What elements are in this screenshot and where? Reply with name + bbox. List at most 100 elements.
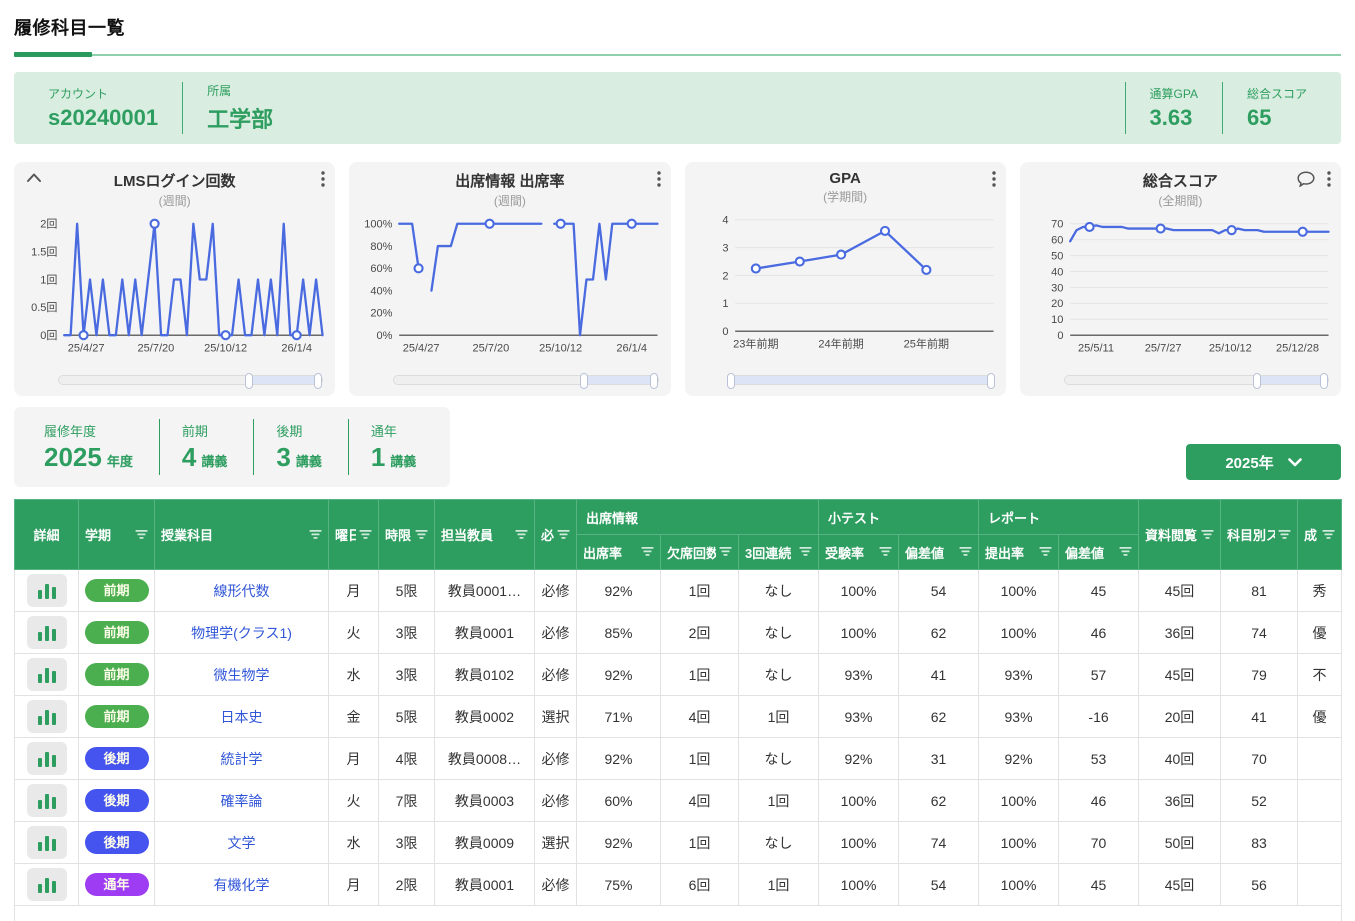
subject-link[interactable]: 物理学(クラス1) xyxy=(191,625,292,641)
detail-chart-button[interactable] xyxy=(26,700,67,733)
cell-rep_dev: 45 xyxy=(1058,863,1140,906)
detail-chart-button[interactable] xyxy=(26,574,67,607)
chart-plot: 100% 80% 60% 40% 20% 0% 25/4/27 25/7/20 25/10/12… xyxy=(364,219,659,355)
title-underline-accent xyxy=(14,52,92,57)
scrollbar-handle-right[interactable] xyxy=(314,373,323,389)
detail-chart-button[interactable] xyxy=(26,616,67,649)
detail-chart-button[interactable] xyxy=(26,826,67,859)
total-score-label: 総合スコア xyxy=(1246,87,1307,101)
account-label: アカウント xyxy=(48,87,109,101)
kebab-menu-icon[interactable] xyxy=(321,171,325,187)
chart-scrollbar[interactable] xyxy=(726,373,996,389)
scrollbar-handle-left[interactable] xyxy=(579,373,588,389)
filter-icon[interactable] xyxy=(719,547,732,557)
filter-icon[interactable] xyxy=(415,529,428,540)
header-content: 曜日 xyxy=(335,525,372,544)
filter-icon[interactable] xyxy=(879,547,892,557)
cell-grade xyxy=(1297,821,1343,864)
collapse-chevron-up-icon[interactable] xyxy=(26,172,42,183)
subject-link[interactable]: 日本史 xyxy=(221,709,263,725)
cell-semester: 通年 xyxy=(78,863,155,906)
stat-label: 後期 xyxy=(276,424,303,439)
filter-icon[interactable] xyxy=(1322,529,1335,540)
scrollbar-handle-left[interactable] xyxy=(726,373,735,389)
cell-day: 月 xyxy=(328,737,379,780)
chart-scrollbar-selection[interactable] xyxy=(1256,376,1325,384)
cell-required: 必修 xyxy=(534,779,577,822)
svg-text:4: 4 xyxy=(722,215,728,227)
chart-card-icons xyxy=(1297,171,1331,188)
year-dropdown-button[interactable]: 2025年 xyxy=(1186,444,1341,480)
subject-link[interactable]: 統計学 xyxy=(221,751,263,767)
cell-semester: 前期 xyxy=(78,569,155,612)
subject-link[interactable]: 有機化学 xyxy=(214,877,270,893)
svg-text:25/5/11: 25/5/11 xyxy=(1078,343,1114,355)
filter-icon[interactable] xyxy=(1201,529,1214,540)
filter-icon[interactable] xyxy=(135,529,148,540)
subject-link[interactable]: 線形代数 xyxy=(214,583,270,599)
header-label: 必 xyxy=(541,528,554,543)
filter-icon[interactable] xyxy=(309,529,322,540)
stat-value: 3 xyxy=(276,442,291,472)
filter-icon[interactable] xyxy=(515,529,528,540)
cell-subject: 線形代数 xyxy=(154,569,329,612)
svg-text:25/7/27: 25/7/27 xyxy=(1145,343,1182,355)
cell-required: 必修 xyxy=(534,611,577,654)
cell-teacher: 教員0102 xyxy=(434,653,535,696)
subject-link[interactable]: 文学 xyxy=(228,835,256,851)
filter-icon[interactable] xyxy=(557,529,570,540)
cell-subject: 確率論 xyxy=(154,779,329,822)
scrollbar-handle-left[interactable] xyxy=(244,373,253,389)
scrollbar-handle-left[interactable] xyxy=(1252,373,1261,389)
detail-chart-button[interactable] xyxy=(26,658,67,691)
semester-badge: 前期 xyxy=(84,663,149,686)
chart-scrollbar-selection[interactable] xyxy=(248,376,319,384)
chart-scrollbar-track[interactable] xyxy=(726,373,996,389)
cell-subject: 有機化学 xyxy=(154,863,329,906)
year-dropdown-label: 2025年 xyxy=(1225,454,1274,472)
comment-icon[interactable] xyxy=(1297,171,1315,188)
detail-chart-button[interactable] xyxy=(26,784,67,817)
chart-scrollbar[interactable] xyxy=(1063,373,1329,389)
scrollbar-handle-right[interactable] xyxy=(649,373,658,389)
table-row: 後期 文学水 3限 教員0009 選択 92% 1回 なし 100% 74 100% 70 50回 83 xyxy=(14,821,1343,864)
subject-link[interactable]: 微生物学 xyxy=(214,667,270,683)
cell-subject: 日本史 xyxy=(154,695,329,738)
header-label: 曜日 xyxy=(335,528,356,543)
chart-scrollbar-track[interactable] xyxy=(1063,373,1329,389)
filter-icon[interactable] xyxy=(959,547,972,557)
kebab-menu-icon[interactable] xyxy=(656,171,661,187)
scrollbar-handle-right[interactable] xyxy=(1320,373,1329,389)
table-row: 前期 微生物学水 3限 教員0102 必修 92% 1回 なし 93% 41 93% 57 45回 79 不 xyxy=(14,653,1343,696)
svg-text:2: 2 xyxy=(722,270,728,282)
semester-badge: 前期 xyxy=(84,621,149,644)
chart-scrollbar-selection[interactable] xyxy=(583,376,654,384)
chart-scrollbar[interactable] xyxy=(58,373,324,389)
filter-icon[interactable] xyxy=(1278,529,1291,540)
chart-scrollbar-selection[interactable] xyxy=(730,376,992,384)
header-content: 担当教員 xyxy=(441,525,528,544)
filter-icon[interactable] xyxy=(799,547,812,557)
filter-icon[interactable] xyxy=(359,529,372,540)
svg-text:60%: 60% xyxy=(371,263,393,275)
cell-grade: 不 xyxy=(1297,653,1343,696)
detail-chart-button[interactable] xyxy=(26,868,67,901)
filter-icon[interactable] xyxy=(1119,547,1132,557)
filter-icon[interactable] xyxy=(1039,547,1052,557)
subject-link[interactable]: 確率論 xyxy=(221,793,263,809)
chart-subtitle: (週間) xyxy=(158,194,191,208)
svg-text:25/7/20: 25/7/20 xyxy=(473,343,510,355)
cell-materials: 20回 xyxy=(1138,695,1222,738)
bar-chart-icon xyxy=(37,878,56,893)
scrollbar-handle-right[interactable] xyxy=(987,373,996,389)
chart-scrollbar-track[interactable] xyxy=(393,373,659,389)
column-header-required: 必 xyxy=(534,499,577,570)
chart-scrollbar-track[interactable] xyxy=(58,373,324,389)
kebab-menu-icon[interactable] xyxy=(992,171,996,187)
kebab-menu-icon[interactable] xyxy=(1327,171,1331,187)
cell-materials: 45回 xyxy=(1138,863,1222,906)
header-content: 出席率 xyxy=(583,543,654,562)
chart-scrollbar[interactable] xyxy=(393,373,659,389)
detail-chart-button[interactable] xyxy=(26,742,67,775)
filter-icon[interactable] xyxy=(641,547,654,557)
